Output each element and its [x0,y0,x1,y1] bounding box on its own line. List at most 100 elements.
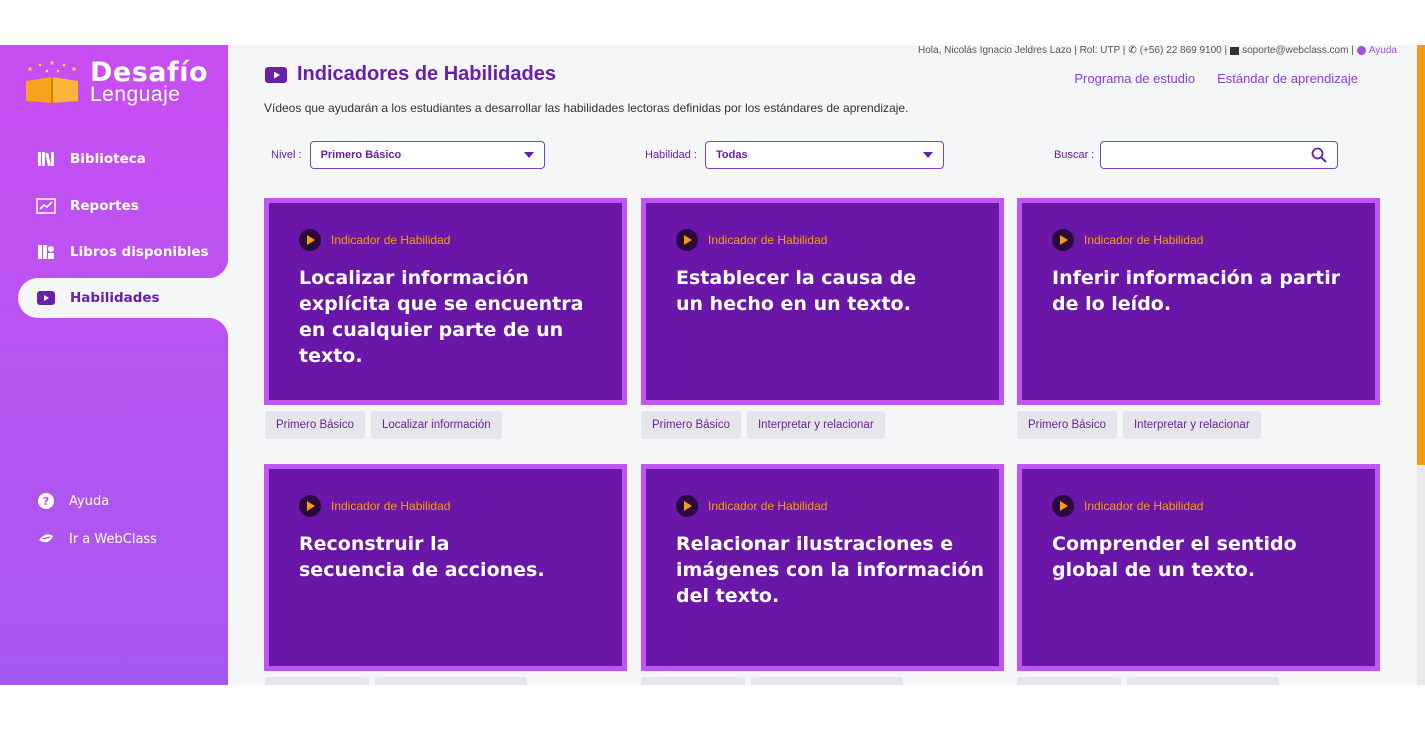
skill-card[interactable]: Indicador de Habilidad Localizar informa… [264,198,627,405]
top-help-label: Ayuda [1368,45,1397,56]
skill-card[interactable]: Indicador de Habilidad Relacionar ilustr… [641,464,1004,671]
link-estandar-aprendizaje[interactable]: Estándar de aprendizaje [1217,71,1358,86]
card-kicker-text: Indicador de Habilidad [708,499,828,513]
link-programa-estudio[interactable]: Programa de estudio [1074,71,1195,86]
mail-icon [1230,46,1240,55]
card-kicker: Indicador de Habilidad [299,495,450,517]
tag-placeholder[interactable] [265,677,369,685]
help-icon: ? [38,493,54,509]
buscar-filter: Buscar : [1054,141,1339,169]
play-icon[interactable] [299,229,321,251]
card-title: Inferir información a partir de lo leído… [1052,267,1341,315]
tag-placeholder[interactable] [641,677,745,685]
tag-skill[interactable]: Interpretar y relacionar [1122,411,1261,439]
nivel-select[interactable]: Primero Básico [309,141,545,169]
help-label: Ayuda [69,493,110,509]
card-kicker: Indicador de Habilidad [1052,495,1203,517]
user-info-bar: Hola, Nicolás Ignacio Jeldres Lazo | Rol… [918,45,1397,56]
header-links: Programa de estudio Estándar de aprendiz… [1074,71,1358,86]
book-stack-icon [36,243,56,261]
play-icon[interactable] [1052,495,1074,517]
sidebar-item-label: Biblioteca [70,151,146,167]
play-icon[interactable] [676,229,698,251]
card-kicker-text: Indicador de Habilidad [331,499,451,513]
tag-placeholder[interactable] [1017,677,1121,685]
tag-level[interactable]: Primero Básico [641,411,741,439]
help-circle-icon [1356,46,1366,55]
sidebar-item-libros-disponibles[interactable]: Libros disponibles [18,232,228,272]
sidebar-item-biblioteca[interactable]: Biblioteca [18,139,228,179]
card-kicker: Indicador de Habilidad [676,229,827,251]
skill-card[interactable]: Indicador de Habilidad Reconstruir la se… [264,464,627,671]
webclass-link[interactable]: Ir a WebClass [37,530,157,548]
sidebar: Desafío Lenguaje Biblioteca Reportes Lib… [0,45,228,685]
card-kicker: Indicador de Habilidad [299,229,450,251]
tag-skill[interactable]: Interpretar y relacionar [746,411,885,439]
sidebar-item-label: Habilidades [70,290,160,306]
brand-subtitle: Lenguaje [90,83,181,106]
habilidad-select[interactable]: Todas [704,141,944,169]
user-greeting: Hola, Nicolás Ignacio Jeldres Lazo | Rol… [918,45,1126,56]
webclass-icon [39,534,53,543]
svg-text:?: ? [43,495,49,508]
card-tags: Primero Básico Interpretar y relacionar [1017,411,1261,439]
card-title: Reconstruir la secuencia de acciones. [299,533,545,581]
tag-placeholder[interactable] [375,677,527,685]
tag-placeholder[interactable] [751,677,903,685]
card-title: Comprender el sentido global de un texto… [1052,533,1297,581]
webclass-label: Ir a WebClass [69,531,157,547]
card-tags [1017,677,1279,685]
card-tags: Primero Básico Interpretar y relacionar [641,411,885,439]
search-icon[interactable] [1311,147,1328,163]
card-kicker-text: Indicador de Habilidad [708,233,828,247]
phone-icon: ✆ [1128,45,1137,56]
tag-placeholder[interactable] [1127,677,1279,685]
app-window: Desafío Lenguaje Biblioteca Reportes Lib… [0,45,1425,685]
skill-card[interactable]: Indicador de Habilidad Inferir informaci… [1017,198,1380,405]
support-email[interactable]: soporte@webclass.com | [1242,45,1354,56]
chevron-down-icon [922,152,933,158]
habilidad-selected-value: Todas [715,149,748,161]
card-kicker-text: Indicador de Habilidad [1084,499,1204,513]
card-title: Localizar información explícita que se e… [299,267,584,367]
top-help-link[interactable]: Ayuda [1356,45,1397,56]
page-description: Vídeos que ayudarán a los estudiantes a … [264,101,909,115]
play-icon[interactable] [1052,229,1074,251]
card-kicker: Indicador de Habilidad [676,495,827,517]
card-title: Establecer la causa de un hecho en un te… [676,267,917,315]
page-scrollbar[interactable] [1417,45,1425,685]
skill-card[interactable]: Indicador de Habilidad Comprender el sen… [1017,464,1380,671]
search-input[interactable] [1100,141,1339,169]
nivel-filter: Nivel : Primero Básico [271,141,545,169]
sidebar-item-habilidades[interactable]: Habilidades [18,258,228,338]
habilidad-filter: Habilidad : Todas [645,141,944,169]
card-tags [265,677,527,685]
tag-skill[interactable]: Localizar información [370,411,502,439]
play-icon[interactable] [676,495,698,517]
sidebar-item-label: Libros disponibles [70,244,209,260]
help-link[interactable]: ? Ayuda [37,492,109,510]
chart-icon [36,197,56,215]
tag-level[interactable]: Primero Básico [1017,411,1117,439]
skill-card[interactable]: Indicador de Habilidad Establecer la cau… [641,198,1004,405]
card-kicker-text: Indicador de Habilidad [331,233,451,247]
card-title: Relacionar ilustraciones e imágenes con … [676,533,985,607]
page-title-text: Indicadores de Habilidades [297,63,556,85]
habilidad-label: Habilidad : [645,149,697,161]
card-tags [641,677,903,685]
nivel-label: Nivel : [271,149,302,161]
play-icon[interactable] [299,495,321,517]
books-icon [36,150,56,168]
phone-number: (+56) 22 869 9100 | [1139,45,1228,56]
video-icon [36,289,56,307]
brand-logo[interactable]: Desafío Lenguaje [22,57,212,107]
buscar-label: Buscar : [1054,149,1095,161]
card-tags: Primero Básico Localizar información [265,411,502,439]
open-book-logo-icon [26,61,78,103]
scrollbar-thumb[interactable] [1417,45,1425,465]
card-kicker: Indicador de Habilidad [1052,229,1203,251]
nivel-selected-value: Primero Básico [320,149,402,161]
tag-level[interactable]: Primero Básico [265,411,365,439]
sidebar-item-label: Reportes [70,198,139,214]
sidebar-item-reportes[interactable]: Reportes [18,186,228,226]
